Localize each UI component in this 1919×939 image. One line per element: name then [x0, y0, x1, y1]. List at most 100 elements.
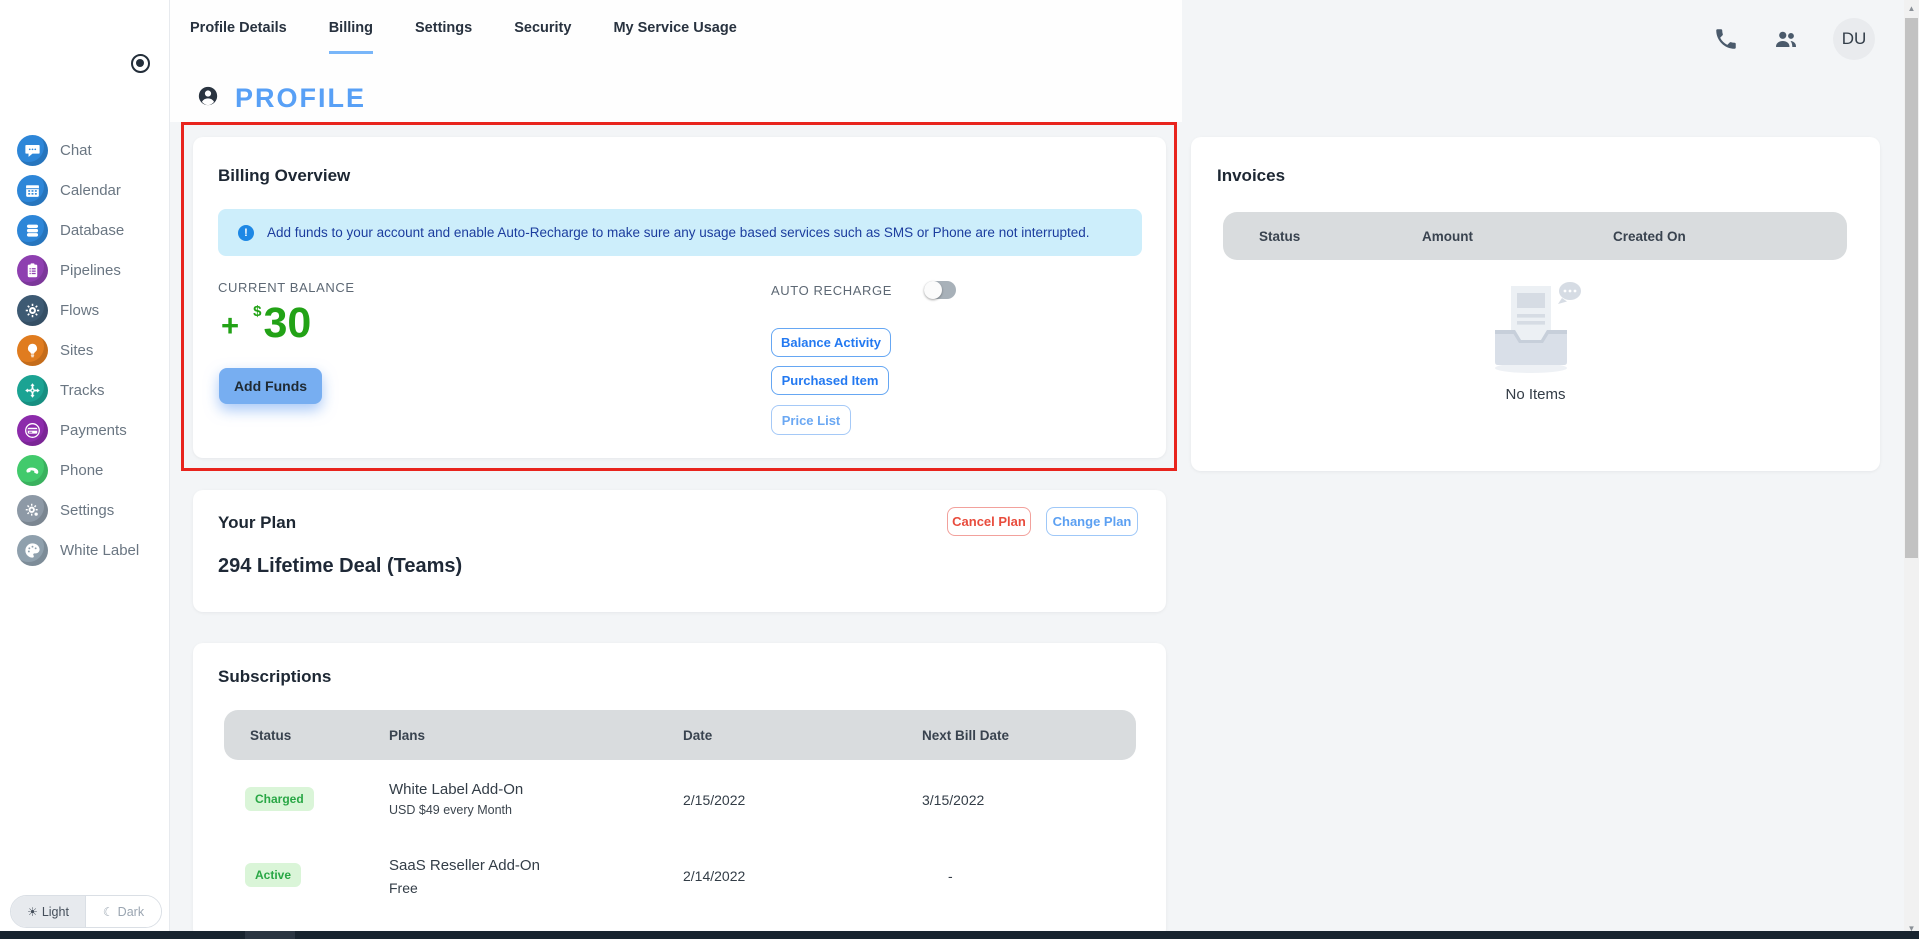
theme-light-label: Light — [41, 904, 69, 919]
plan-cell: SaaS Reseller Add-On — [389, 857, 540, 874]
sidebar-item-pipelines[interactable]: Pipelines — [0, 250, 170, 290]
sidebar-item-tracks[interactable]: Tracks — [0, 370, 170, 410]
current-balance-label: CURRENT BALANCE — [218, 280, 355, 295]
current-balance-value: + $30 — [221, 297, 311, 355]
sun-icon: ☀ — [27, 904, 38, 919]
tab-my-service-usage[interactable]: My Service Usage — [613, 20, 736, 54]
white-label-icon — [17, 534, 48, 566]
billing-alert-text: Add funds to your account and enable Aut… — [267, 225, 1090, 240]
plan-cell: White Label Add-On — [389, 781, 524, 798]
bottom-bar — [0, 931, 1919, 939]
theme-dark-label: Dark — [117, 904, 145, 919]
balance-sign: + — [221, 308, 240, 343]
subscriptions-title: Subscriptions — [218, 667, 332, 686]
sidebar-item-payments[interactable]: Payments — [0, 410, 170, 450]
horizontal-scroll-thumb[interactable] — [245, 931, 295, 939]
scroll-up-icon[interactable]: ▲ — [1904, 4, 1919, 13]
your-plan-card: Your Plan 294 Lifetime Deal (Teams) Canc… — [193, 490, 1166, 612]
sidebar-item-label: Sites — [60, 341, 94, 359]
purchased-item-button[interactable]: Purchased Item — [771, 366, 889, 395]
auto-recharge-row: AUTO RECHARGE — [771, 281, 956, 299]
sidebar-item-database[interactable]: Database — [0, 210, 170, 250]
settings-icon — [17, 494, 48, 526]
vertical-scrollbar[interactable]: ▲ ▼ — [1904, 0, 1919, 939]
info-icon: ! — [238, 224, 254, 241]
theme-light-button[interactable]: ☀ Light — [11, 896, 86, 927]
flows-icon — [17, 294, 48, 326]
tab-security[interactable]: Security — [514, 20, 571, 54]
status-badge: Charged — [245, 787, 314, 811]
column-amount: Amount — [1422, 228, 1473, 244]
tab-billing[interactable]: Billing — [328, 20, 374, 54]
phone-call-icon[interactable] — [1713, 26, 1739, 52]
sidebar-item-white-label[interactable]: White Label — [0, 530, 170, 570]
price-list-button[interactable]: Price List — [771, 405, 851, 435]
balance-currency: $ — [253, 303, 262, 320]
subscriptions-table-header: Status Plans Date Next Bill Date — [224, 710, 1136, 760]
your-plan-title: Your Plan — [218, 513, 297, 532]
date-cell: 2/15/2022 — [683, 792, 746, 808]
sidebar-item-calendar[interactable]: Calendar — [0, 170, 170, 210]
sidebar-item-label: Phone — [60, 461, 104, 479]
add-funds-button[interactable]: Add Funds — [219, 368, 322, 404]
sites-icon — [17, 334, 48, 366]
sidebar-item-label: Chat — [60, 141, 92, 159]
column-date: Date — [683, 727, 713, 743]
plan-detail-cell: USD $49 every Month — [389, 803, 512, 817]
page-header: PROFILE — [197, 83, 366, 114]
sidebar-collapse-toggle[interactable] — [131, 54, 150, 73]
scrollbar-thumb[interactable] — [1905, 18, 1918, 558]
theme-toggle: ☀ Light ☾ Dark — [10, 895, 162, 928]
sidebar: Chat Calendar Database Pipelines Flows S… — [0, 0, 170, 939]
next-bill-date-cell: - — [948, 868, 953, 884]
sidebar-item-label: Calendar — [60, 181, 121, 199]
column-next-bill-date: Next Bill Date — [922, 727, 1010, 743]
next-bill-date-cell: 3/15/2022 — [922, 792, 985, 808]
sidebar-item-flows[interactable]: Flows — [0, 290, 170, 330]
auto-recharge-label: AUTO RECHARGE — [771, 282, 892, 298]
balance-amount: 30 — [263, 299, 312, 347]
change-plan-button[interactable]: Change Plan — [1046, 507, 1138, 536]
column-plans: Plans — [389, 727, 426, 743]
tracks-icon — [17, 374, 48, 406]
sidebar-item-chat[interactable]: Chat — [0, 130, 170, 170]
pipelines-icon — [17, 254, 48, 286]
sidebar-item-label: Flows — [60, 301, 100, 319]
auto-recharge-toggle[interactable] — [923, 281, 956, 299]
cancel-plan-button[interactable]: Cancel Plan — [947, 507, 1031, 536]
sidebar-item-label: Payments — [60, 421, 127, 439]
invoices-title: Invoices — [1217, 166, 1286, 185]
moon-icon: ☾ — [102, 904, 114, 919]
billing-overview-title: Billing Overview — [218, 166, 351, 185]
calendar-icon — [17, 174, 48, 206]
sidebar-item-phone[interactable]: Phone — [0, 450, 170, 490]
status-badge: Active — [245, 863, 302, 887]
page-title: PROFILE — [235, 83, 367, 113]
users-icon[interactable] — [1773, 26, 1799, 52]
user-avatar[interactable]: DU — [1833, 18, 1875, 60]
sidebar-item-sites[interactable]: Sites — [0, 330, 170, 370]
profile-person-icon — [197, 85, 219, 112]
column-status: Status — [1259, 228, 1301, 244]
tab-settings[interactable]: Settings — [415, 20, 472, 54]
date-cell: 2/14/2022 — [683, 868, 746, 884]
phone-icon — [17, 454, 48, 486]
toggle-knob — [923, 281, 942, 299]
topbar-actions: DU — [1713, 18, 1875, 60]
payments-icon — [17, 414, 48, 446]
sidebar-item-label: Settings — [60, 501, 115, 519]
theme-dark-button[interactable]: ☾ Dark — [86, 896, 161, 927]
tab-profile-details[interactable]: Profile Details — [190, 20, 287, 54]
plan-name: 294 Lifetime Deal (Teams) — [218, 555, 463, 577]
balance-activity-button[interactable]: Balance Activity — [771, 328, 891, 357]
column-status: Status — [250, 727, 292, 743]
sidebar-item-label: Tracks — [60, 381, 105, 399]
invoices-card: Invoices Status Amount Created On No Ite… — [1191, 137, 1880, 471]
no-items-text: No Items — [1505, 386, 1566, 403]
sidebar-item-label: White Label — [60, 541, 140, 559]
billing-overview-card: Billing Overview ! Add funds to your acc… — [193, 137, 1166, 458]
database-icon — [17, 214, 48, 246]
profile-tabs: Profile Details Billing Settings Securit… — [190, 20, 737, 54]
chat-icon — [17, 134, 48, 166]
sidebar-item-settings[interactable]: Settings — [0, 490, 170, 530]
